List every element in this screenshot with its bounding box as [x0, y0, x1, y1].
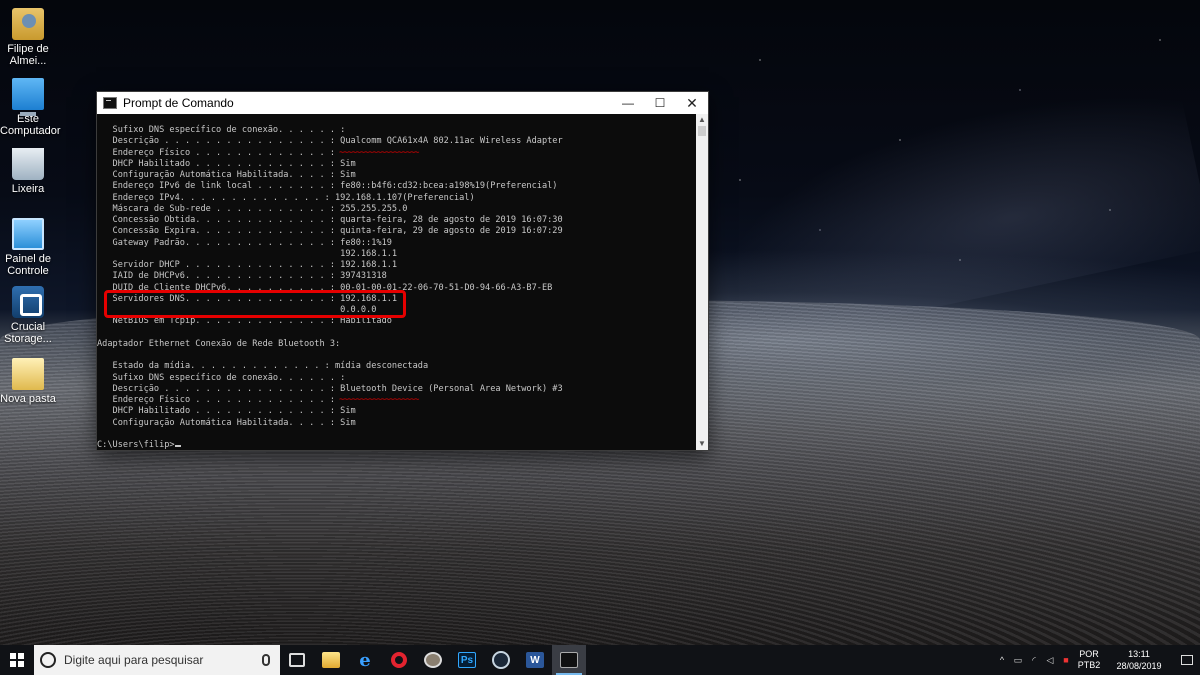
- desktop-icon-label: Crucial Storage...: [4, 321, 52, 345]
- taskbar-app-gimp[interactable]: [416, 645, 450, 675]
- chevron-up-icon[interactable]: ^: [994, 645, 1010, 675]
- windows-logo-icon: [10, 653, 24, 667]
- desktop: Filipe de Almei... Este Computador Lixei…: [0, 0, 1200, 645]
- scroll-thumb[interactable]: [698, 126, 706, 136]
- clock-date: 28/08/2019: [1116, 661, 1162, 671]
- system-tray: ^ ▭ ◜ ◁ ■ POR PTB2 13:11 28/08/2019: [994, 645, 1200, 675]
- console-line: 192.168.1.1: [97, 248, 398, 259]
- console-line: C:\Users\filip>: [97, 440, 696, 450]
- antivirus-icon[interactable]: ■: [1058, 645, 1074, 675]
- start-button[interactable]: [0, 645, 34, 675]
- vertical-scrollbar[interactable]: ▲ ▼: [696, 114, 708, 450]
- microphone-icon[interactable]: [262, 654, 270, 666]
- console-output[interactable]: Sufixo DNS específico de conexão. . . . …: [97, 114, 696, 450]
- redacted-mac-address: ~~~~~~~~~~~~~~~~~~~: [335, 395, 419, 405]
- console-line: Endereço IPv6 de link local . . . . . . …: [97, 181, 558, 192]
- gimp-icon: [424, 652, 442, 668]
- clock-time: 13:11: [1128, 649, 1150, 659]
- redacted-mac-address: ~~~~~~~~~~~~~~~~~~~: [335, 147, 419, 158]
- console-line: Endereço IPv4. . . . . . . . . . . . . .…: [97, 192, 475, 203]
- console-line: Adaptador Ethernet Conexão de Rede Bluet…: [97, 338, 341, 349]
- taskbar-app-opera[interactable]: [382, 645, 416, 675]
- volume-icon[interactable]: ◁: [1042, 645, 1058, 675]
- control-panel-icon: [12, 218, 44, 250]
- command-prompt-icon: [560, 652, 578, 668]
- desktop-icon-control-panel[interactable]: Painel de Controle: [0, 218, 56, 277]
- minimize-button[interactable]: —: [612, 92, 644, 114]
- folder-icon: [12, 358, 44, 390]
- opera-icon: [391, 652, 407, 668]
- desktop-icon-recycle-bin[interactable]: Lixeira: [0, 148, 56, 195]
- console-line: Gateway Padrão. . . . . . . . . . . . . …: [97, 237, 392, 248]
- dns-servers-highlight-box: [104, 290, 406, 318]
- language-indicator[interactable]: POR PTB2: [1074, 649, 1104, 671]
- scroll-up-arrow-icon[interactable]: ▲: [696, 114, 708, 126]
- console-line: Estado da mídia. . . . . . . . . . . . .…: [97, 361, 429, 372]
- language-code: POR: [1079, 649, 1099, 659]
- desktop-icon-label: Painel de Controle: [5, 253, 51, 277]
- console-line: Endereço Físico . . . . . . . . . . . . …: [97, 395, 420, 405]
- console-line: Concessão Obtida. . . . . . . . . . . . …: [97, 215, 563, 225]
- keyboard-layout: PTB2: [1077, 660, 1101, 670]
- desktop-icon-label: Filipe de Almei...: [7, 43, 49, 67]
- scroll-down-arrow-icon[interactable]: ▼: [696, 438, 708, 450]
- user-folder-icon: [12, 8, 44, 40]
- file-explorer-icon: [322, 652, 340, 668]
- steam-icon: [492, 651, 510, 669]
- console-line: Servidor DHCP . . . . . . . . . . . . . …: [97, 260, 398, 270]
- clock[interactable]: 13:11 28/08/2019: [1104, 648, 1174, 672]
- console-line: Concessão Expira. . . . . . . . . . . . …: [97, 226, 563, 237]
- taskbar-search-box[interactable]: Digite aqui para pesquisar: [34, 645, 280, 675]
- battery-icon[interactable]: ▭: [1010, 645, 1026, 675]
- desktop-icon-label: Lixeira: [11, 183, 45, 195]
- console-line: Configuração Automática Habilitada. . . …: [97, 170, 356, 180]
- console-line: DHCP Habilitado . . . . . . . . . . . . …: [97, 158, 356, 169]
- crucial-storage-icon: [12, 286, 44, 318]
- console-line: IAID de DHCPv6. . . . . . . . . . . . . …: [97, 271, 387, 282]
- photoshop-icon: Ps: [458, 652, 476, 668]
- search-placeholder: Digite aqui para pesquisar: [64, 653, 204, 667]
- action-center-button[interactable]: [1174, 645, 1200, 675]
- recycle-bin-icon: [12, 148, 44, 180]
- taskbar-app-task-view[interactable]: [280, 645, 314, 675]
- command-prompt-icon: [103, 97, 117, 109]
- maximize-button[interactable]: ☐: [644, 92, 676, 114]
- desktop-icon-this-pc[interactable]: Este Computador: [0, 78, 61, 137]
- taskbar-app-command-prompt[interactable]: [552, 645, 586, 675]
- edge-icon: e: [359, 649, 371, 671]
- taskbar: Digite aqui para pesquisar e Ps W ^ ▭ ◜ …: [0, 645, 1200, 675]
- taskbar-app-edge[interactable]: e: [348, 645, 382, 675]
- console-line: Configuração Automática Habilitada. . . …: [97, 417, 356, 428]
- close-button[interactable]: ✕: [676, 92, 708, 114]
- console-line: Endereço Físico . . . . . . . . . . . . …: [97, 147, 420, 158]
- task-view-icon: [289, 653, 305, 667]
- taskbar-app-photoshop[interactable]: Ps: [450, 645, 484, 675]
- window-title: Prompt de Comando: [123, 96, 234, 110]
- wifi-icon[interactable]: ◜: [1026, 645, 1042, 675]
- console-line: DHCP Habilitado . . . . . . . . . . . . …: [97, 406, 356, 417]
- console-line: Máscara de Sub-rede . . . . . . . . . . …: [97, 203, 408, 214]
- console-line: Descrição . . . . . . . . . . . . . . . …: [97, 383, 563, 394]
- console-line: Sufixo DNS específico de conexão. . . . …: [97, 125, 346, 135]
- taskbar-app-word[interactable]: W: [518, 645, 552, 675]
- notification-icon: [1181, 655, 1193, 665]
- desktop-icon-crucial-storage[interactable]: Crucial Storage...: [0, 286, 56, 345]
- cortana-icon: [40, 652, 56, 668]
- console-line: Sufixo DNS específico de conexão. . . . …: [97, 372, 346, 383]
- desktop-icon-label: Este Computador: [0, 113, 61, 137]
- desktop-icon-new-folder[interactable]: Nova pasta: [0, 358, 56, 405]
- command-prompt-window[interactable]: Prompt de Comando — ☐ ✕ Sufixo DNS espec…: [96, 91, 709, 451]
- text-cursor: [174, 445, 181, 447]
- desktop-icon-label: Nova pasta: [0, 393, 56, 405]
- taskbar-app-steam[interactable]: [484, 645, 518, 675]
- computer-icon: [12, 78, 44, 116]
- console-line: Descrição . . . . . . . . . . . . . . . …: [97, 136, 563, 147]
- window-titlebar[interactable]: Prompt de Comando — ☐ ✕: [97, 92, 708, 114]
- desktop-icon-user-folder[interactable]: Filipe de Almei...: [0, 8, 56, 67]
- word-icon: W: [526, 652, 544, 668]
- taskbar-app-file-explorer[interactable]: [314, 645, 348, 675]
